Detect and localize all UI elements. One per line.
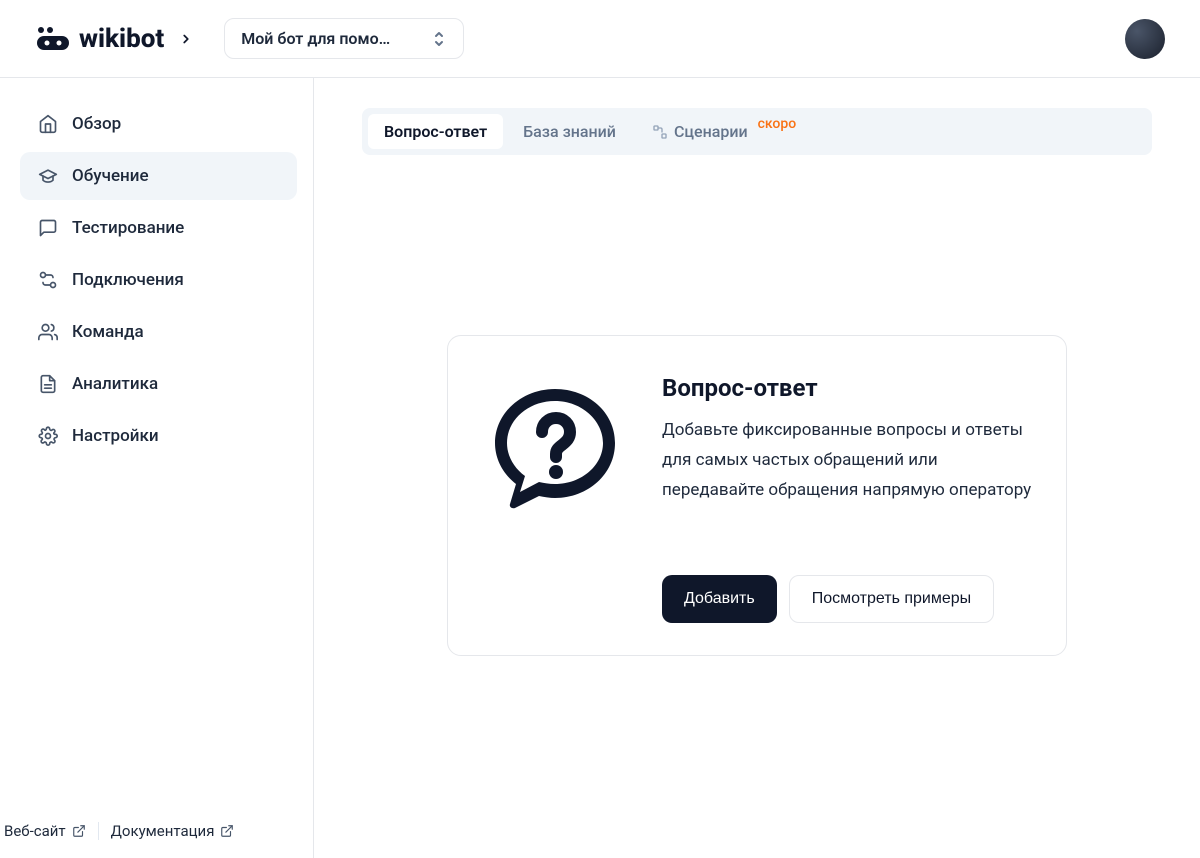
sidebar-item-label: Команда: [72, 322, 144, 342]
tab-label: Вопрос-ответ: [384, 122, 487, 141]
sidebar-item-label: Тестирование: [72, 218, 184, 238]
updown-icon: [431, 31, 447, 47]
plug-icon: [38, 270, 58, 290]
gear-icon: [38, 426, 58, 446]
sidebar-item-testing[interactable]: Тестирование: [20, 204, 297, 252]
divider: [98, 822, 99, 840]
sidebar-footer: Веб-сайт Документация: [0, 804, 297, 858]
tab-qa[interactable]: Вопрос-ответ: [368, 114, 503, 149]
sidebar-item-label: Обучение: [72, 166, 149, 186]
sidebar-item-integrations[interactable]: Подключения: [20, 256, 297, 304]
file-icon: [38, 374, 58, 394]
main: Вопрос-ответ База знаний Сценарии скоро: [314, 78, 1200, 858]
tabs: Вопрос-ответ База знаний Сценарии скоро: [362, 108, 1152, 155]
sidebar-item-training[interactable]: Обучение: [20, 152, 297, 200]
soon-badge: скоро: [758, 116, 797, 132]
home-icon: [38, 114, 58, 134]
chevron-right-icon: [176, 29, 196, 49]
empty-state-card: Вопрос-ответ Добавьте фиксированные вопр…: [447, 335, 1067, 656]
logo-text: wikibot: [79, 24, 164, 54]
empty-title: Вопрос-ответ: [662, 374, 1034, 402]
sidebar-item-label: Аналитика: [72, 374, 158, 394]
question-bubble-icon: [480, 374, 630, 524]
tab-scenarios[interactable]: Сценарии скоро: [636, 114, 812, 149]
flow-icon: [652, 124, 668, 140]
empty-description: Добавьте фиксированные вопросы и ответы …: [662, 416, 1034, 505]
docs-link-label: Документация: [111, 822, 215, 840]
external-link-icon: [220, 824, 234, 838]
empty-content: Вопрос-ответ Добавьте фиксированные вопр…: [662, 374, 1034, 623]
empty-actions: Добавить Посмотреть примеры: [662, 575, 1034, 623]
header: wikibot Мой бот для помо…: [0, 0, 1200, 78]
sidebar: Обзор Обучение Тестирование Подключения: [0, 78, 314, 858]
examples-button[interactable]: Посмотреть примеры: [789, 575, 994, 623]
sidebar-item-analytics[interactable]: Аналитика: [20, 360, 297, 408]
tab-knowledge-base[interactable]: База знаний: [507, 114, 632, 149]
tab-label: База знаний: [523, 122, 616, 141]
sidebar-item-overview[interactable]: Обзор: [20, 100, 297, 148]
bot-selector-label: Мой бот для помо…: [241, 29, 390, 48]
graduation-icon: [38, 166, 58, 186]
header-left: wikibot Мой бот для помо…: [35, 18, 464, 59]
logo-icon: [35, 26, 71, 52]
sidebar-item-label: Настройки: [72, 426, 159, 446]
chat-icon: [38, 218, 58, 238]
website-link-label: Веб-сайт: [4, 822, 66, 840]
users-icon: [38, 322, 58, 342]
tab-label: Сценарии: [674, 122, 748, 141]
sidebar-item-label: Обзор: [72, 114, 121, 134]
sidebar-item-team[interactable]: Команда: [20, 308, 297, 356]
external-link-icon: [72, 824, 86, 838]
bot-selector[interactable]: Мой бот для помо…: [224, 18, 464, 59]
website-link[interactable]: Веб-сайт: [4, 822, 86, 840]
add-button[interactable]: Добавить: [662, 575, 777, 623]
sidebar-nav: Обзор Обучение Тестирование Подключения: [0, 100, 297, 804]
avatar[interactable]: [1125, 19, 1165, 59]
sidebar-item-settings[interactable]: Настройки: [20, 412, 297, 460]
sidebar-item-label: Подключения: [72, 270, 184, 290]
docs-link[interactable]: Документация: [111, 822, 235, 840]
logo[interactable]: wikibot: [35, 24, 164, 54]
